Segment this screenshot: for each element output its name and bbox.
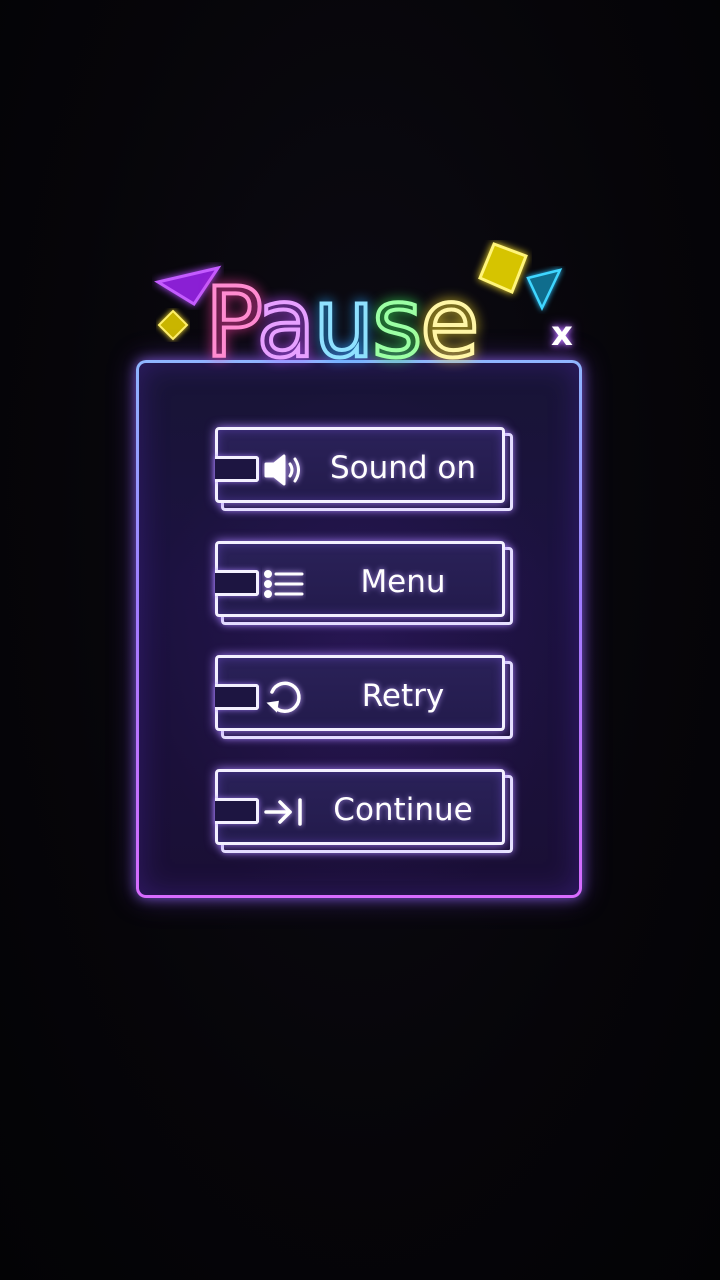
continue-label: Continue — [333, 792, 473, 828]
retry-label: Retry — [361, 678, 445, 714]
close-button[interactable]: x — [542, 314, 582, 354]
pause-screen: Sound on Menu Retry Continue Pause x — [0, 0, 720, 1280]
button-notch — [215, 456, 259, 482]
pause-panel: Sound on Menu Retry Continue — [136, 360, 582, 898]
button-notch — [215, 798, 259, 824]
yellow-diamond-icon — [157, 309, 189, 341]
sound-toggle-label: Sound on — [329, 450, 477, 486]
button-face: Sound on — [215, 427, 505, 503]
title-letter: P — [203, 266, 261, 380]
pause-title: Pause — [203, 266, 515, 380]
button-notch — [215, 570, 259, 596]
button-face: Continue — [215, 769, 505, 845]
sound-toggle-button[interactable]: Sound on — [215, 427, 513, 511]
list-icon — [264, 570, 304, 598]
menu-button[interactable]: Menu — [215, 541, 513, 625]
title-letter: s — [370, 266, 424, 380]
title-letter: e — [418, 266, 481, 380]
skip-to-end-icon — [264, 798, 302, 826]
retry-button[interactable]: Retry — [215, 655, 513, 739]
button-face: Retry — [215, 655, 505, 731]
menu-label: Menu — [360, 564, 446, 600]
retry-icon — [266, 681, 301, 714]
title-letter: a — [255, 266, 318, 380]
cyan-triangle-icon — [526, 268, 563, 311]
speaker-icon — [264, 454, 300, 486]
button-face: Menu — [215, 541, 505, 617]
button-notch — [215, 684, 259, 710]
continue-button[interactable]: Continue — [215, 769, 513, 853]
title-letter: u — [311, 266, 376, 380]
